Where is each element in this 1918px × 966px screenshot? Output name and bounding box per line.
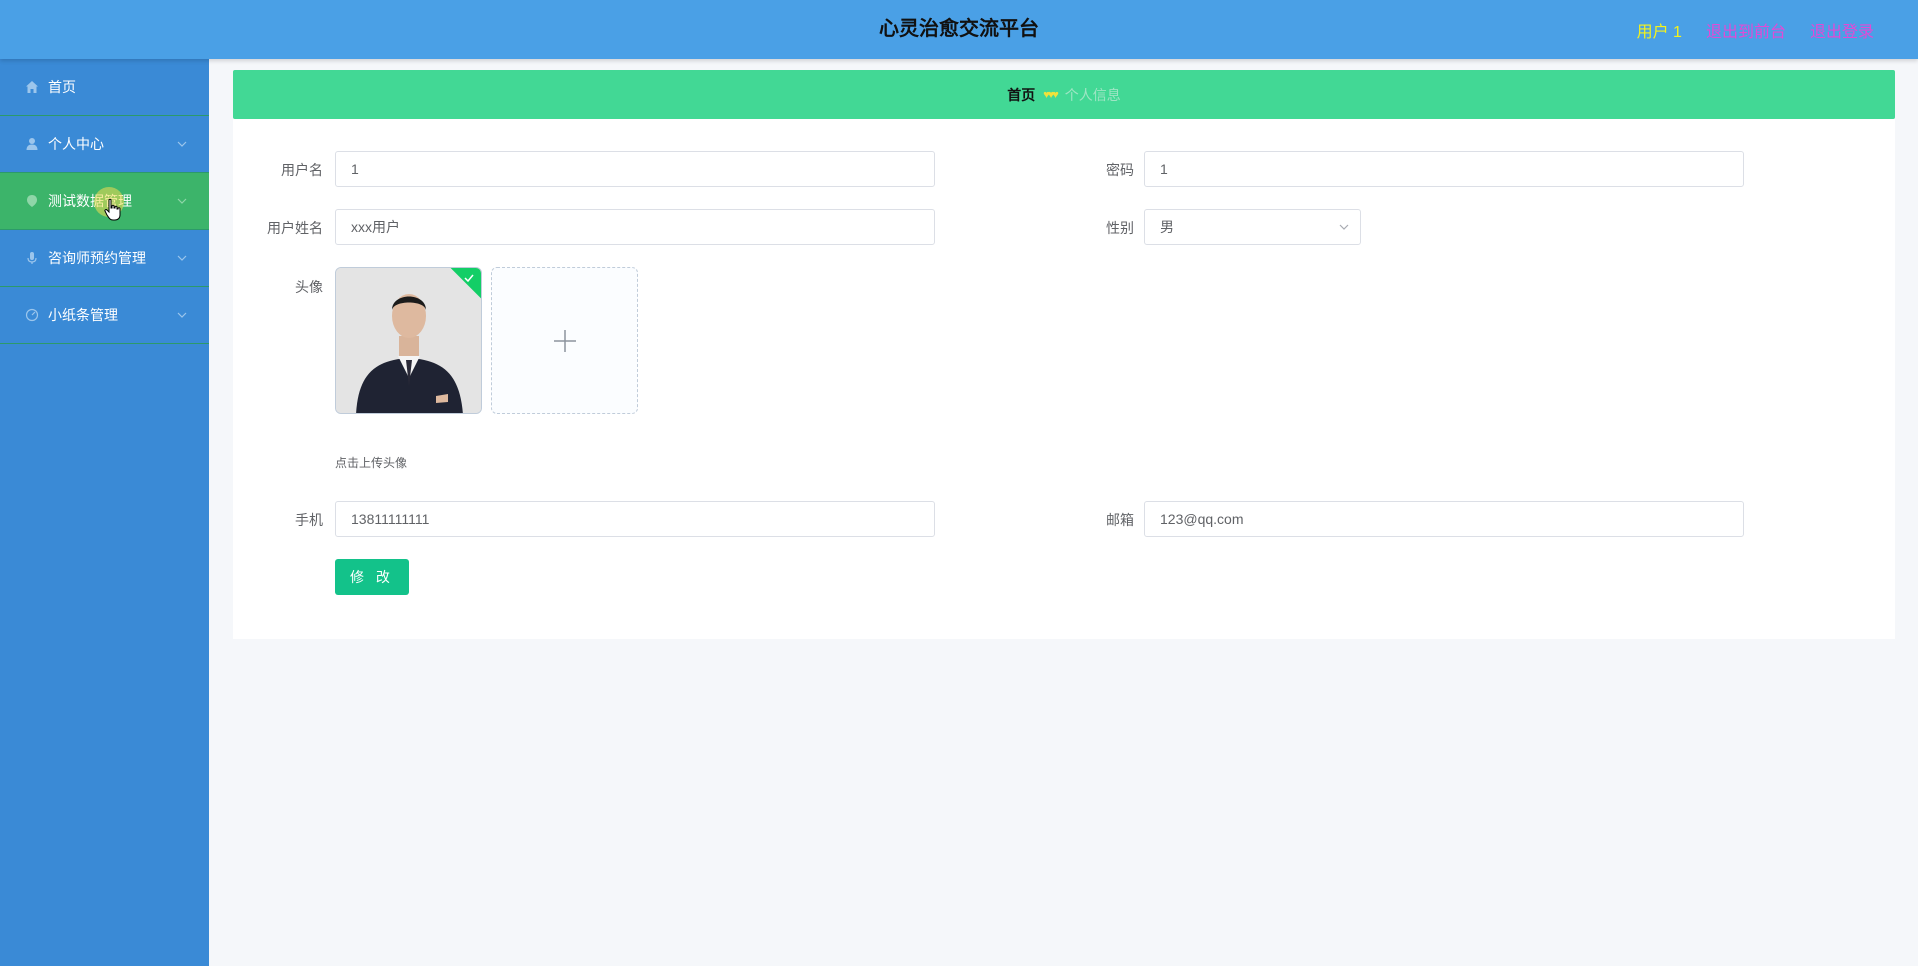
check-icon xyxy=(464,274,474,283)
chevron-down-icon xyxy=(177,255,187,261)
sidebar-item-counselor-booking[interactable]: 咨询师预约管理 xyxy=(0,230,209,287)
gender-label: 性别 xyxy=(1106,220,1134,236)
breadcrumb: 首页 ♥♥♥ 个人信息 xyxy=(233,70,1895,119)
sidebar-item-label: 咨询师预约管理 xyxy=(48,250,146,266)
current-user: 用户 1 xyxy=(1636,23,1682,41)
sidebar-item-label: 首页 xyxy=(48,79,76,95)
breadcrumb-current: 个人信息 xyxy=(1064,86,1121,103)
breadcrumb-home[interactable]: 首页 xyxy=(1007,85,1035,105)
app-title: 心灵治愈交流平台 xyxy=(879,18,1039,40)
chevron-down-icon xyxy=(1339,224,1349,230)
chevron-down-icon xyxy=(177,198,187,204)
phone-label: 手机 xyxy=(295,512,323,528)
username-label: 用户名 xyxy=(281,162,323,178)
avatar-image[interactable] xyxy=(335,267,482,414)
phone-field[interactable] xyxy=(335,501,935,537)
username-field[interactable] xyxy=(335,151,935,187)
chevron-down-icon xyxy=(177,312,187,318)
password-field[interactable] xyxy=(1144,151,1744,187)
top-header: 心灵治愈交流平台 用户 1 退出到前台 退出登录 xyxy=(0,0,1918,59)
home-icon xyxy=(24,79,40,95)
avatar-upload-button[interactable] xyxy=(491,267,638,414)
profile-form-panel xyxy=(233,119,1895,639)
sidebar-item-notes[interactable]: 小纸条管理 xyxy=(0,287,209,344)
password-label: 密码 xyxy=(1106,162,1134,178)
realname-field[interactable] xyxy=(335,209,935,245)
logout-link[interactable]: 退出登录 xyxy=(1810,18,1874,42)
sidebar-item-label: 小纸条管理 xyxy=(48,307,118,323)
chevron-down-icon xyxy=(177,141,187,147)
gender-select[interactable]: 男 xyxy=(1144,209,1361,245)
avatar-label: 头像 xyxy=(295,279,323,295)
to-front-link[interactable]: 退出到前台 xyxy=(1706,18,1786,42)
avatar-upload-hint: 点击上传头像 xyxy=(335,456,408,470)
plus-icon xyxy=(554,330,576,352)
breadcrumb-separator: ♥♥♥ xyxy=(1043,88,1059,101)
realname-label: 用户姓名 xyxy=(267,220,323,236)
data-icon xyxy=(24,193,40,209)
sidebar-item-label: 个人中心 xyxy=(48,136,104,152)
hand-cursor-icon xyxy=(104,198,121,221)
avatar-photo xyxy=(336,268,481,413)
header-links: 用户 1 退出到前台 退出登录 xyxy=(1637,0,1874,59)
email-label: 邮箱 xyxy=(1106,512,1134,528)
user-icon xyxy=(24,136,40,152)
sidebar-item-personal-center[interactable]: 个人中心 xyxy=(0,116,209,173)
dashboard-icon xyxy=(24,307,40,323)
email-field[interactable] xyxy=(1144,501,1744,537)
microphone-icon xyxy=(24,250,40,266)
gender-selected-value: 男 xyxy=(1160,219,1174,235)
sidebar-item-home[interactable]: 首页 xyxy=(0,59,209,116)
submit-button[interactable]: 修 改 xyxy=(335,559,409,595)
